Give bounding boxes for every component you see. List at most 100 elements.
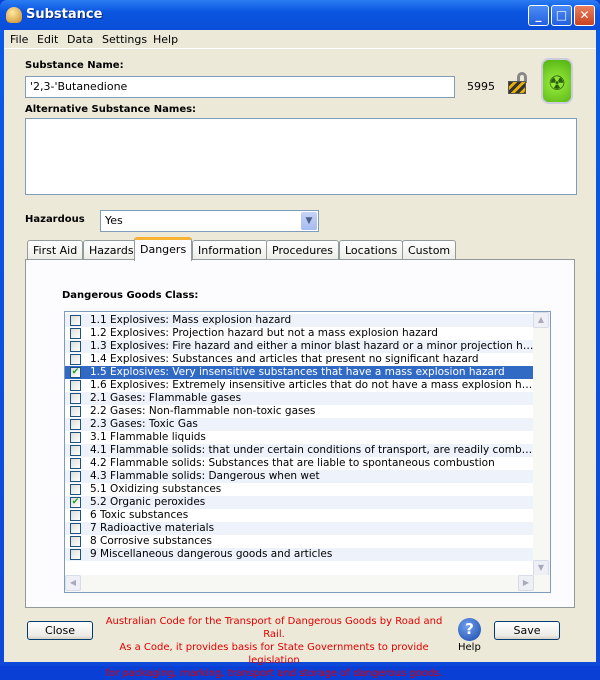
window: Substance _ □ ✕ File Edit Data Settings … bbox=[0, 0, 600, 679]
list-item[interactable]: 6 Toxic substances bbox=[65, 509, 534, 522]
checkbox[interactable] bbox=[70, 523, 81, 534]
list-item-label: 1.6 Explosives: Extremely insensitive ar… bbox=[90, 379, 534, 391]
list-item-label: 5.1 Oxidizing substances bbox=[90, 483, 222, 495]
tab-dangers[interactable]: Dangers bbox=[134, 237, 193, 261]
chevron-down-icon[interactable]: ▼ bbox=[301, 212, 317, 230]
note-line: for packaging, marking, transport and st… bbox=[105, 668, 443, 679]
checkbox[interactable] bbox=[70, 549, 81, 560]
checkbox[interactable] bbox=[70, 354, 81, 365]
list-item[interactable]: 4.3 Flammable solids: Dangerous when wet bbox=[65, 470, 534, 483]
hazardous-value: Yes bbox=[105, 214, 123, 227]
tab-first-aid[interactable]: First Aid bbox=[27, 240, 84, 260]
checkbox[interactable] bbox=[70, 341, 81, 352]
menu-edit[interactable]: Edit bbox=[37, 33, 58, 46]
scroll-down-button[interactable]: ▼ bbox=[533, 560, 549, 576]
checkbox[interactable]: ✔ bbox=[70, 497, 81, 508]
checkbox[interactable] bbox=[70, 536, 81, 547]
note-line: Australian Code for the Transport of Dan… bbox=[105, 616, 443, 640]
dangerous-goods-class-label: Dangerous Goods Class: bbox=[62, 290, 199, 301]
list-item-label: 6 Toxic substances bbox=[90, 509, 189, 521]
minimize-button[interactable]: _ bbox=[528, 5, 549, 26]
checkbox[interactable] bbox=[70, 510, 81, 521]
list-item[interactable]: 1.6 Explosives: Extremely insensitive ar… bbox=[65, 379, 534, 392]
hazardous-label: Hazardous bbox=[25, 214, 85, 225]
list-item[interactable]: 4.2 Flammable solids: Substances that ar… bbox=[65, 457, 534, 470]
list-item-label: 2.3 Gases: Toxic Gas bbox=[90, 418, 198, 430]
checkbox[interactable] bbox=[70, 393, 81, 404]
list-item[interactable]: ✔ 1.5 Explosives: Very insensitive substa… bbox=[65, 366, 534, 379]
list-item-label: 9 Miscellaneous dangerous goods and arti… bbox=[90, 548, 333, 560]
checkbox[interactable] bbox=[70, 315, 81, 326]
list-item-label: 2.2 Gases: Non-flammable non-toxic gases bbox=[90, 405, 316, 417]
lock-icon[interactable] bbox=[508, 72, 530, 94]
client-area: File Edit Data Settings Help Substance N… bbox=[4, 30, 596, 679]
checkbox[interactable] bbox=[70, 419, 81, 430]
menu-file[interactable]: File bbox=[10, 33, 28, 46]
horizontal-scrollbar[interactable]: ◀ ▶ bbox=[65, 575, 550, 592]
menu-help[interactable]: Help bbox=[153, 33, 178, 46]
list-item[interactable]: 2.2 Gases: Non-flammable non-toxic gases bbox=[65, 405, 534, 418]
vertical-scrollbar[interactable]: ▲ ▼ bbox=[533, 312, 550, 576]
scroll-right-button[interactable]: ▶ bbox=[518, 575, 534, 591]
list-item[interactable]: 2.1 Gases: Flammable gases bbox=[65, 392, 534, 405]
dangerous-goods-list[interactable]: 1.1 Explosives: Mass explosion hazard 1.2… bbox=[64, 311, 551, 593]
list-item-label: 8 Corrosive substances bbox=[90, 535, 212, 547]
list-item[interactable]: 5.1 Oxidizing substances bbox=[65, 483, 534, 496]
checkbox[interactable] bbox=[70, 328, 81, 339]
tab-locations[interactable]: Locations bbox=[339, 240, 404, 260]
checkbox[interactable] bbox=[70, 445, 81, 456]
note-line: As a Code, it provides basis for State G… bbox=[119, 642, 429, 666]
save-button[interactable]: Save bbox=[494, 621, 560, 640]
checkbox[interactable] bbox=[70, 380, 81, 391]
tab-hazards[interactable]: Hazards bbox=[83, 240, 140, 260]
help-icon[interactable]: ? bbox=[458, 618, 481, 641]
list-item[interactable]: 4.1 Flammable solids: that under certain… bbox=[65, 444, 534, 457]
list-item-label: 1.5 Explosives: Very insensitive substan… bbox=[90, 366, 505, 378]
checkbox[interactable] bbox=[70, 458, 81, 469]
scroll-up-button[interactable]: ▲ bbox=[533, 312, 549, 328]
close-window-button[interactable]: ✕ bbox=[574, 5, 595, 26]
list-item-label: 4.2 Flammable solids: Substances that ar… bbox=[90, 457, 495, 469]
scroll-left-button[interactable]: ◀ bbox=[65, 575, 81, 591]
list-item[interactable]: 7 Radioactive materials bbox=[65, 522, 534, 535]
list-item-label: 1.4 Explosives: Substances and articles … bbox=[90, 353, 479, 365]
code-note: Australian Code for the Transport of Dan… bbox=[104, 615, 444, 680]
list-item[interactable]: 3.1 Flammable liquids bbox=[65, 431, 534, 444]
title-bar[interactable]: Substance _ □ ✕ bbox=[0, 0, 600, 30]
tab-custom[interactable]: Custom bbox=[402, 240, 457, 260]
list-item[interactable]: ✔ 5.2 Organic peroxides bbox=[65, 496, 534, 509]
list-item[interactable]: 1.3 Explosives: Fire hazard and either a… bbox=[65, 340, 534, 353]
menu-settings[interactable]: Settings bbox=[102, 33, 147, 46]
list-item-label: 1.2 Explosives: Projection hazard but no… bbox=[90, 327, 438, 339]
list-item[interactable]: 9 Miscellaneous dangerous goods and arti… bbox=[65, 548, 534, 561]
help-label[interactable]: Help bbox=[458, 642, 481, 653]
list-item[interactable]: 1.1 Explosives: Mass explosion hazard bbox=[65, 314, 534, 327]
hazardous-select[interactable]: Yes ▼ bbox=[100, 210, 319, 232]
maximize-button[interactable]: □ bbox=[551, 5, 572, 26]
checkbox[interactable] bbox=[70, 484, 81, 495]
checkbox[interactable] bbox=[70, 432, 81, 443]
alternative-names-label: Alternative Substance Names: bbox=[25, 104, 197, 115]
list-item-label: 4.3 Flammable solids: Dangerous when wet bbox=[90, 470, 320, 482]
dangers-panel: Dangerous Goods Class: 1.1 Explosives: M… bbox=[25, 259, 575, 608]
checkbox[interactable]: ✔ bbox=[70, 367, 81, 378]
list-item[interactable]: 8 Corrosive substances bbox=[65, 535, 534, 548]
list-item-label: 2.1 Gases: Flammable gases bbox=[90, 392, 242, 404]
list-item-label: 5.2 Organic peroxides bbox=[90, 496, 206, 508]
alternative-names-input[interactable] bbox=[25, 118, 577, 195]
menu-data[interactable]: Data bbox=[67, 33, 93, 46]
hazard-bin-icon: ☢ bbox=[541, 58, 573, 104]
list-item-label: 3.1 Flammable liquids bbox=[90, 431, 206, 443]
list-item-label: 7 Radioactive materials bbox=[90, 522, 215, 534]
list-item[interactable]: 1.4 Explosives: Substances and articles … bbox=[65, 353, 534, 366]
close-button[interactable]: Close bbox=[27, 621, 93, 640]
checkbox[interactable] bbox=[70, 406, 81, 417]
menu-bar: File Edit Data Settings Help bbox=[4, 30, 596, 49]
window-title: Substance bbox=[26, 7, 103, 22]
tab-information[interactable]: Information bbox=[192, 240, 268, 260]
tab-procedures[interactable]: Procedures bbox=[266, 240, 339, 260]
list-item[interactable]: 2.3 Gases: Toxic Gas bbox=[65, 418, 534, 431]
checkbox[interactable] bbox=[70, 471, 81, 482]
substance-name-input[interactable]: '2,3-'Butanedione bbox=[25, 76, 455, 98]
list-item[interactable]: 1.2 Explosives: Projection hazard but no… bbox=[65, 327, 534, 340]
